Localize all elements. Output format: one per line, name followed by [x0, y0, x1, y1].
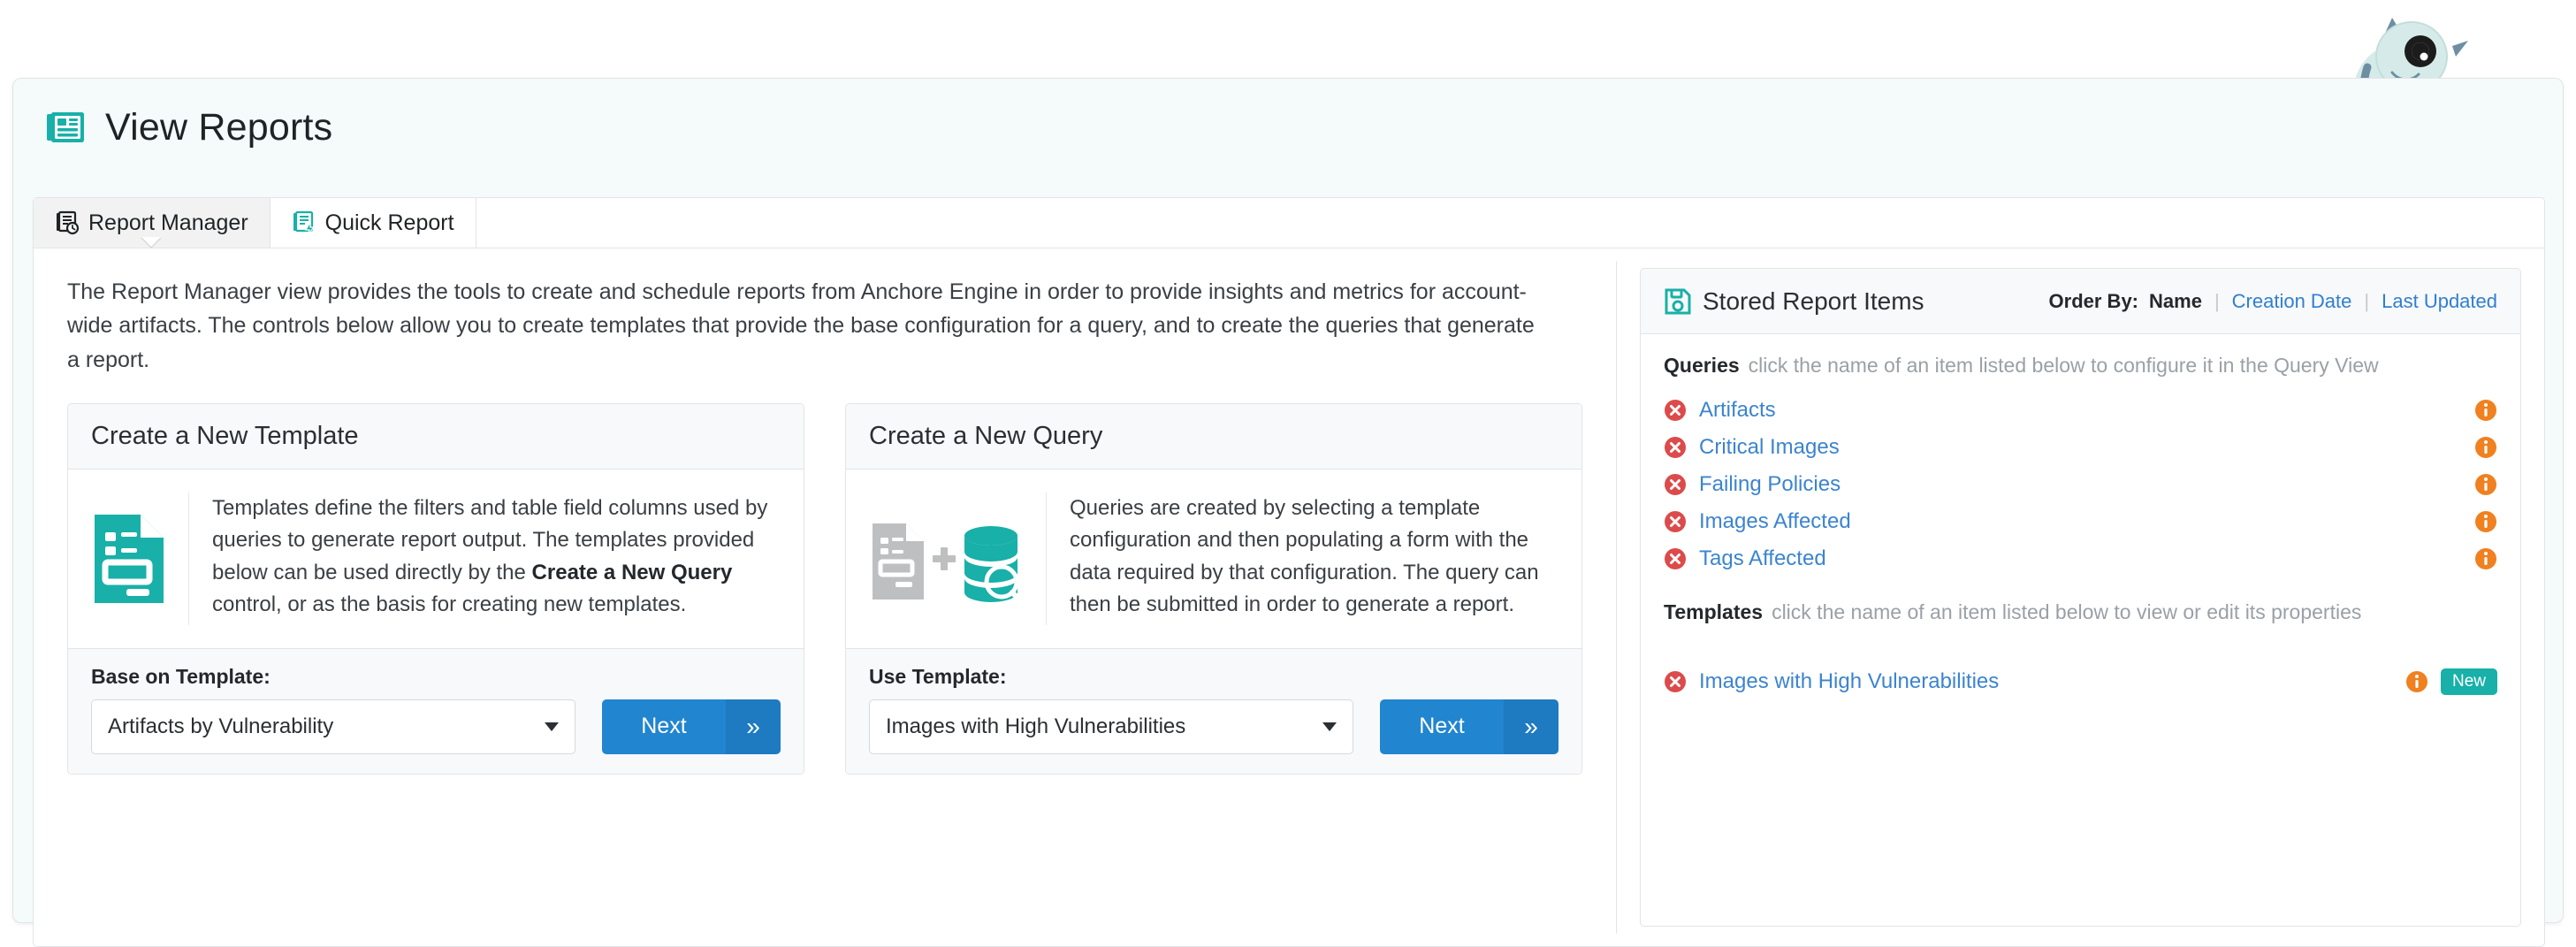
card-footer: Use Template: Images with High Vulnerabi…	[846, 648, 1581, 774]
order-by-label: Order By:	[2049, 290, 2138, 313]
page-title: View Reports	[105, 109, 332, 147]
spacer	[1664, 638, 2497, 663]
card-description: Templates define the filters and table f…	[189, 493, 781, 622]
queries-section-title: Queries	[1664, 354, 1740, 377]
query-next-button[interactable]: Next »	[1380, 699, 1559, 754]
info-circle-icon[interactable]	[2474, 399, 2497, 422]
stored-report-items-body: Queries click the name of an item listed …	[1641, 334, 2520, 926]
item-actions	[2474, 436, 2497, 459]
page-card: View Reports Report Manager	[12, 78, 2564, 923]
order-by-separator: |	[2364, 290, 2369, 313]
queries-section-header: Queries click the name of an item listed …	[1664, 354, 2497, 378]
tab-label: Quick Report	[325, 210, 454, 236]
query-name-images-affected[interactable]: Images Affected	[1699, 509, 1851, 534]
templates-section-hint: click the name of an item listed below t…	[1772, 600, 2361, 623]
query-name-tags-affected[interactable]: Tags Affected	[1699, 546, 1826, 571]
delete-circle-x-icon[interactable]	[1664, 399, 1687, 422]
info-circle-icon[interactable]	[2474, 473, 2497, 496]
stored-report-items-header: Stored Report Items Order By: Name | Cre…	[1641, 269, 2520, 334]
info-circle-icon[interactable]	[2474, 436, 2497, 459]
templates-section: Templates click the name of an item liste…	[1664, 600, 2497, 700]
use-template-label: Use Template:	[869, 665, 1559, 689]
query-name-failing-policies[interactable]: Failing Policies	[1699, 472, 1841, 497]
order-by-name[interactable]: Name	[2149, 290, 2202, 313]
list-item[interactable]: Critical Images	[1664, 429, 2497, 466]
body-panel: The Report Manager view provides the too…	[33, 248, 2545, 947]
delete-circle-x-icon[interactable]	[1664, 670, 1687, 693]
double-chevron-right-icon: »	[1504, 699, 1559, 754]
item-actions: New	[2405, 668, 2497, 696]
card-body: Queries are created by selecting a templ…	[846, 470, 1581, 648]
query-name-artifacts[interactable]: Artifacts	[1699, 398, 1776, 423]
chevron-down-icon	[1322, 722, 1337, 731]
item-actions	[2474, 473, 2497, 496]
double-chevron-right-icon: »	[726, 699, 781, 754]
delete-circle-x-icon[interactable]	[1664, 436, 1687, 459]
template-name-images-with-high-vulnerabilities[interactable]: Images with High Vulnerabilities	[1699, 669, 1999, 694]
info-circle-icon[interactable]	[2474, 547, 2497, 570]
newspaper-icon	[45, 107, 86, 148]
order-by-last-updated[interactable]: Last Updated	[2382, 290, 2497, 313]
base-on-template-label: Base on Template:	[91, 665, 781, 689]
left-column: The Report Manager view provides the too…	[34, 248, 1616, 946]
list-item[interactable]: Tags Affected	[1664, 540, 2497, 577]
delete-circle-x-icon[interactable]	[1664, 473, 1687, 496]
report-bolt-icon	[292, 210, 316, 235]
card-row: Create a New Template	[34, 377, 1616, 775]
delete-circle-x-icon[interactable]	[1664, 547, 1687, 570]
right-column: Stored Report Items Order By: Name | Cre…	[1617, 248, 2544, 946]
tab-bar: Report Manager Quick Report	[33, 197, 2545, 248]
chevron-down-icon	[545, 722, 559, 731]
intro-paragraph: The Report Manager view provides the too…	[34, 248, 1576, 377]
next-label: Next	[1380, 714, 1504, 739]
tab-quick-report[interactable]: Quick Report	[271, 198, 476, 248]
order-by-creation-date[interactable]: Creation Date	[2232, 290, 2352, 313]
tab-label: Report Manager	[88, 210, 248, 236]
document-template-icon	[91, 493, 189, 625]
base-on-template-value: Artifacts by Vulnerability	[108, 714, 333, 739]
tab-report-manager[interactable]: Report Manager	[34, 198, 271, 248]
document-plus-database-search-icon	[869, 493, 1047, 625]
list-item[interactable]: Artifacts	[1664, 392, 2497, 429]
item-actions	[2474, 399, 2497, 422]
card-body: Templates define the filters and table f…	[68, 470, 804, 648]
stored-report-items-card: Stored Report Items Order By: Name | Cre…	[1640, 268, 2521, 927]
delete-circle-x-icon[interactable]	[1664, 510, 1687, 533]
base-on-template-select[interactable]: Artifacts by Vulnerability	[91, 699, 575, 754]
item-actions	[2474, 510, 2497, 533]
stored-report-items-title: Stored Report Items	[1703, 287, 1924, 316]
footer-controls: Images with High Vulnerabilities Next »	[869, 699, 1559, 754]
card-description-bold: Create a New Query	[532, 561, 733, 584]
card-description-part2: control, or as the basis for creating ne…	[212, 592, 686, 616]
templates-section-header: Templates click the name of an item liste…	[1664, 600, 2497, 624]
item-actions	[2474, 547, 2497, 570]
page-header: View Reports	[13, 79, 2563, 176]
use-template-select[interactable]: Images with High Vulnerabilities	[869, 699, 1353, 754]
info-circle-icon[interactable]	[2405, 670, 2428, 693]
list-item[interactable]: Images Affected	[1664, 503, 2497, 540]
templates-section-title: Templates	[1664, 600, 1763, 623]
use-template-value: Images with High Vulnerabilities	[886, 714, 1185, 739]
queries-section: Queries click the name of an item listed …	[1664, 354, 2497, 577]
save-floppy-icon	[1664, 287, 1692, 316]
template-next-button[interactable]: Next »	[602, 699, 781, 754]
queries-section-hint: click the name of an item listed below t…	[1749, 354, 2379, 377]
order-by-control: Order By: Name | Creation Date | Last Up…	[2049, 290, 2497, 313]
order-by-separator: |	[2214, 290, 2220, 313]
card-title: Create a New Query	[846, 404, 1581, 470]
list-item[interactable]: Images with High Vulnerabilities New	[1664, 663, 2497, 700]
create-new-query-card: Create a New Query	[845, 403, 1582, 775]
card-title: Create a New Template	[68, 404, 804, 470]
query-name-critical-images[interactable]: Critical Images	[1699, 435, 1840, 460]
info-circle-icon[interactable]	[2474, 510, 2497, 533]
footer-controls: Artifacts by Vulnerability Next »	[91, 699, 781, 754]
card-description: Queries are created by selecting a templ…	[1047, 493, 1559, 622]
card-footer: Base on Template: Artifacts by Vulnerabi…	[68, 648, 804, 774]
new-badge: New	[2441, 668, 2497, 696]
report-clock-icon	[55, 210, 80, 235]
list-item[interactable]: Failing Policies	[1664, 466, 2497, 503]
create-new-template-card: Create a New Template	[67, 403, 804, 775]
next-label: Next	[602, 714, 726, 739]
